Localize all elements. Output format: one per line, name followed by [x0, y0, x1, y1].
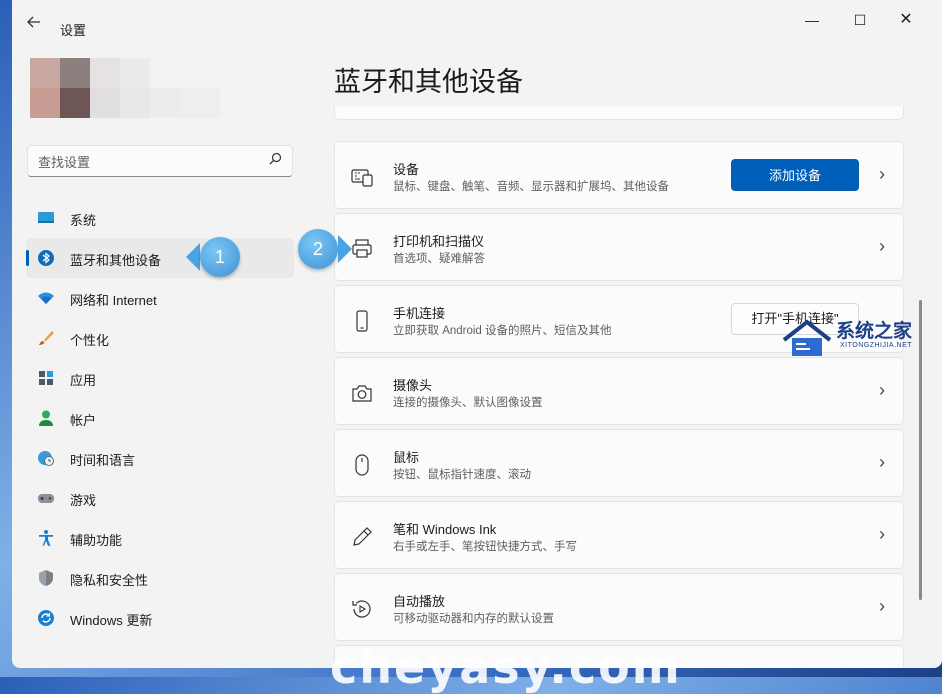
- chevron-right-icon[interactable]: ›: [879, 164, 885, 185]
- printer-icon: [352, 239, 372, 258]
- site-watermark: 系统之家 XITONGZHIJIA.NET: [780, 316, 930, 360]
- card-title: 鼠标: [393, 450, 420, 465]
- sidebar-nav: 系统 蓝牙和其他设备 网络和 Internet 个性化 应用 帐户 时间和语言: [26, 198, 296, 638]
- gamepad-icon: [38, 494, 54, 503]
- sidebar-item-windows-update[interactable]: Windows 更新: [26, 598, 294, 638]
- sidebar-item-label: 游戏: [70, 493, 97, 508]
- sidebar-item-label: 网络和 Internet: [70, 293, 157, 308]
- callout-badge: 1: [200, 237, 240, 277]
- card-camera[interactable]: 摄像头 连接的摄像头、默认图像设置 ›: [334, 357, 904, 425]
- chevron-right-icon[interactable]: ›: [879, 452, 885, 473]
- mouse-icon: [355, 454, 369, 476]
- card-subtitle: 立即获取 Android 设备的照片、短信及其他: [393, 325, 612, 337]
- sidebar-item-label: Windows 更新: [70, 613, 153, 628]
- user-avatar-blurred[interactable]: [26, 58, 226, 130]
- minimize-button[interactable]: —: [800, 10, 824, 30]
- partial-card-top: [334, 106, 904, 120]
- card-subtitle: 按钮、鼠标指针速度、滚动: [393, 469, 531, 481]
- display-icon: [38, 212, 54, 223]
- apps-icon: [39, 371, 53, 385]
- chevron-right-icon[interactable]: ›: [879, 236, 885, 257]
- sidebar-item-label: 个性化: [70, 333, 110, 348]
- house-logo-icon: [782, 319, 832, 356]
- sidebar-item-label: 隐私和安全性: [70, 573, 149, 588]
- wifi-icon: [38, 292, 54, 304]
- sidebar-item-label: 帐户: [70, 413, 97, 428]
- card-title: 笔和 Windows Ink: [393, 522, 497, 537]
- callout-2: 2: [298, 229, 352, 269]
- search-icon[interactable]: [269, 152, 282, 168]
- card-title: 自动播放: [393, 594, 446, 609]
- chevron-right-icon[interactable]: ›: [879, 524, 885, 545]
- card-title: 手机连接: [393, 306, 446, 321]
- watermark-subtext: XITONGZHIJIA.NET: [840, 342, 913, 349]
- search-input[interactable]: [36, 152, 260, 172]
- title-bar: 设置 — ☐ ✕: [12, 0, 942, 40]
- card-mouse[interactable]: 鼠标 按钮、鼠标指针速度、滚动 ›: [334, 429, 904, 497]
- globe-clock-icon: [38, 451, 54, 466]
- sidebar-item-label: 蓝牙和其他设备: [70, 253, 162, 268]
- card-subtitle: 鼠标、键盘、触笔、音频、显示器和扩展坞、其他设备: [393, 181, 669, 193]
- add-device-button[interactable]: 添加设备: [731, 159, 859, 191]
- keyboard-device-icon: [351, 169, 373, 187]
- card-subtitle: 连接的摄像头、默认图像设置: [393, 397, 543, 409]
- card-subtitle: 右手或左手、笔按钮快捷方式、手写: [393, 541, 577, 553]
- card-title: 设备: [393, 162, 420, 177]
- bottom-watermark: cheyasy.com: [330, 640, 682, 694]
- sidebar-item-label: 辅助功能: [70, 533, 123, 548]
- sidebar-item-time-language[interactable]: 时间和语言: [26, 438, 294, 478]
- sidebar-item-label: 时间和语言: [70, 453, 136, 468]
- bluetooth-icon: [38, 250, 54, 266]
- callout-1: 1: [186, 237, 240, 277]
- card-subtitle: 首选项、疑难解答: [393, 253, 485, 265]
- sidebar-item-system[interactable]: 系统: [26, 198, 294, 238]
- brush-icon: [39, 331, 54, 345]
- callout-pointer: [186, 243, 200, 271]
- card-subtitle: 可移动驱动器和内存的默认设置: [393, 613, 554, 625]
- sidebar-item-label: 应用: [70, 373, 97, 388]
- card-printers-scanners[interactable]: 打印机和扫描仪 首选项、疑难解答 ›: [334, 213, 904, 281]
- autoplay-icon: [352, 600, 371, 618]
- phone-icon: [356, 310, 368, 332]
- sidebar-item-gaming[interactable]: 游戏: [26, 478, 294, 518]
- sidebar-item-privacy[interactable]: 隐私和安全性: [26, 558, 294, 598]
- sidebar-item-network[interactable]: 网络和 Internet: [26, 278, 294, 318]
- shield-icon: [39, 570, 53, 586]
- active-indicator: [26, 250, 29, 266]
- sidebar-item-accounts[interactable]: 帐户: [26, 398, 294, 438]
- pen-icon: [353, 527, 372, 546]
- close-button[interactable]: ✕: [894, 10, 918, 30]
- chevron-right-icon[interactable]: ›: [879, 380, 885, 401]
- person-icon: [39, 410, 53, 426]
- chevron-right-icon[interactable]: ›: [879, 596, 885, 617]
- sidebar-item-accessibility[interactable]: 辅助功能: [26, 518, 294, 558]
- card-pen-windows-ink[interactable]: 笔和 Windows Ink 右手或左手、笔按钮快捷方式、手写 ›: [334, 501, 904, 569]
- app-title: 设置: [60, 23, 87, 38]
- page-title: 蓝牙和其他设备: [334, 67, 523, 97]
- accessibility-icon: [39, 530, 53, 546]
- sidebar-item-apps[interactable]: 应用: [26, 358, 294, 398]
- card-title: 摄像头: [393, 378, 433, 393]
- callout-badge: 2: [298, 229, 338, 269]
- card-title: 打印机和扫描仪: [393, 234, 485, 249]
- update-icon: [38, 610, 54, 626]
- back-button[interactable]: [24, 14, 44, 34]
- watermark-text: 系统之家: [836, 321, 913, 342]
- sidebar-item-personalization[interactable]: 个性化: [26, 318, 294, 358]
- sidebar-item-label: 系统: [70, 213, 97, 228]
- callout-pointer: [338, 235, 352, 263]
- card-devices[interactable]: 设备 鼠标、键盘、触笔、音频、显示器和扩展坞、其他设备 添加设备 ›: [334, 141, 904, 209]
- maximize-button[interactable]: ☐: [848, 10, 872, 30]
- arrow-left-icon: [27, 16, 40, 28]
- card-autoplay[interactable]: 自动播放 可移动驱动器和内存的默认设置 ›: [334, 573, 904, 641]
- sidebar-item-bluetooth[interactable]: 蓝牙和其他设备: [26, 238, 294, 278]
- camera-icon: [352, 385, 372, 402]
- search-box[interactable]: [27, 145, 293, 177]
